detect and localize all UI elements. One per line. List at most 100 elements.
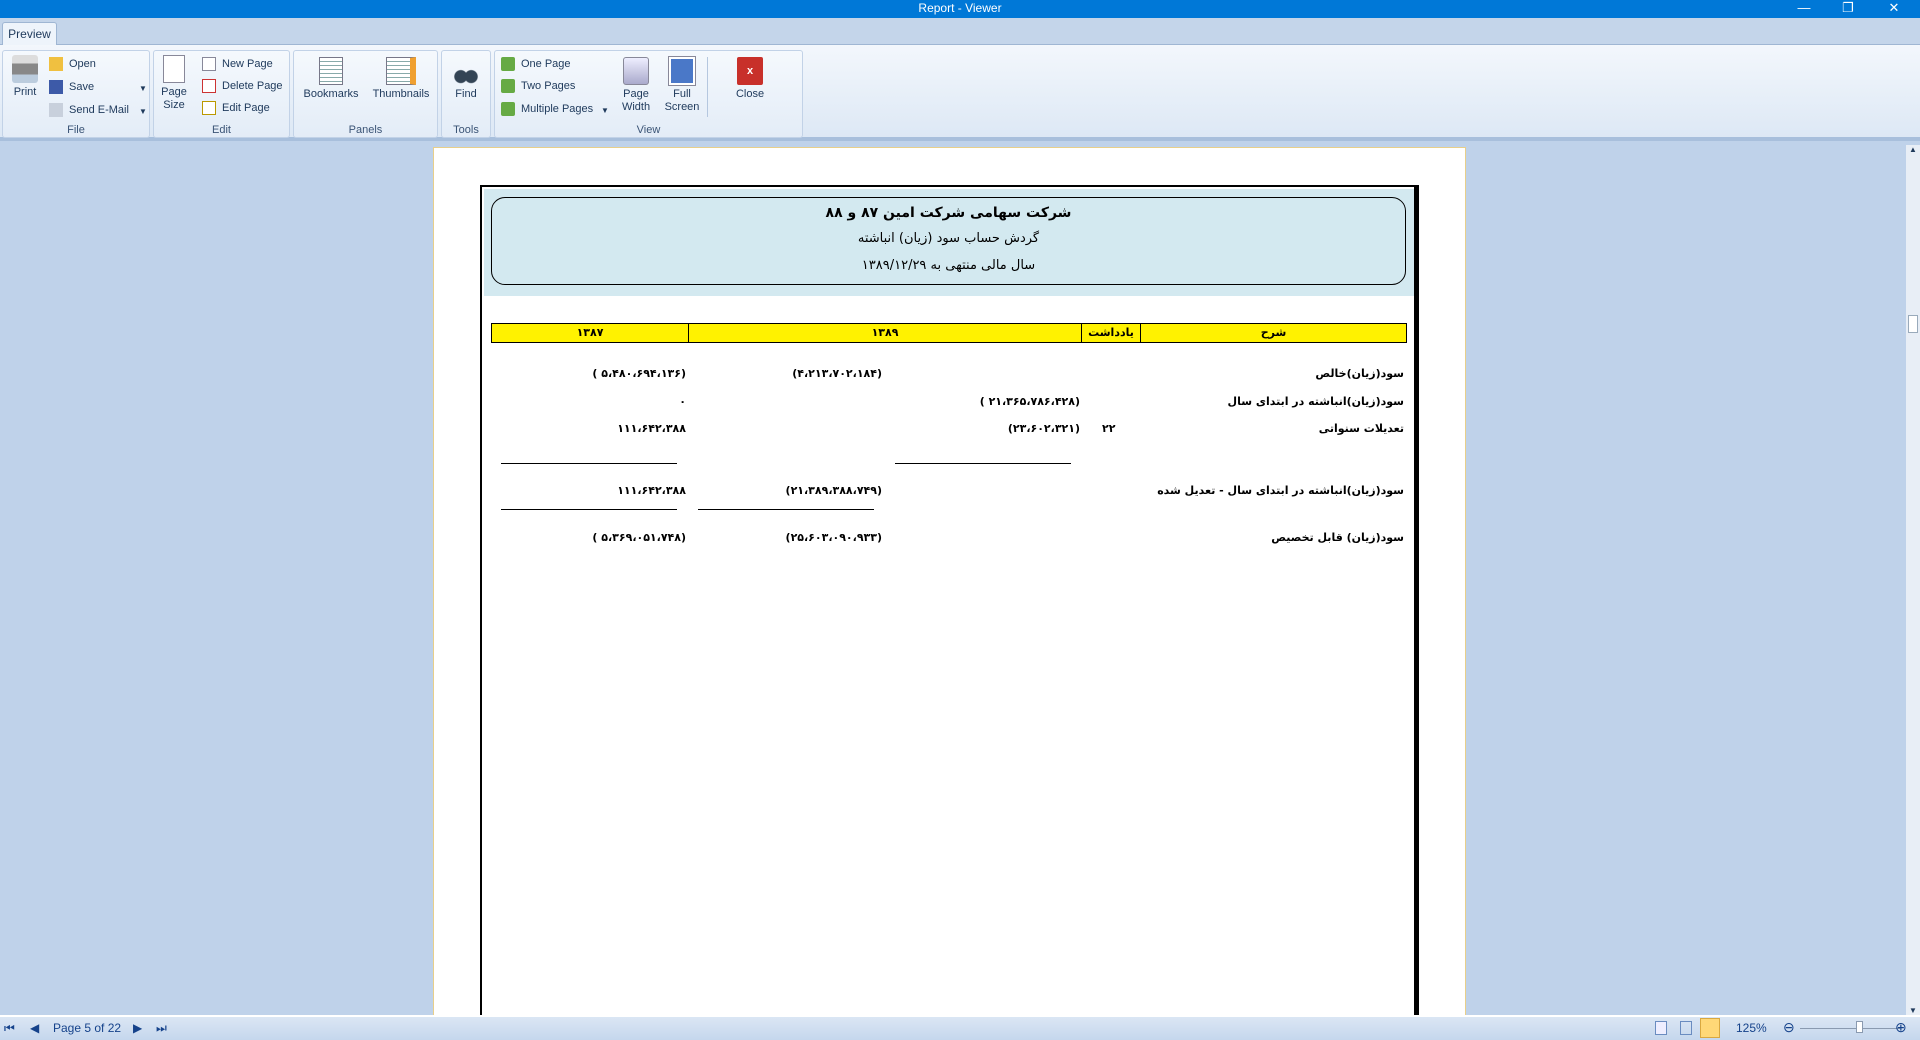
cell-curr: (۴،۲۱۳،۷۰۲،۱۸۴)	[792, 367, 882, 380]
zoom-slider-thumb[interactable]	[1856, 1021, 1863, 1033]
full-screen-label-2: Screen	[664, 101, 700, 113]
full-screen-button[interactable]: Full Screen	[661, 56, 703, 114]
full-screen-icon	[668, 56, 696, 86]
subtotal-rule	[698, 509, 874, 510]
multiple-pages-label: Multiple Pages	[521, 103, 594, 115]
report-body: شرکت سهامی شرکت امین ۸۷ و ۸۸ گردش حساب س…	[480, 185, 1419, 1015]
binoculars-icon	[453, 57, 479, 85]
cell-note: ۲۲	[1102, 422, 1116, 435]
thumbnails-button[interactable]: Thumbnails	[368, 57, 434, 101]
report-page: شرکت سهامی شرکت امین ۸۷ و ۸۸ گردش حساب س…	[433, 147, 1466, 1015]
title-bar: Report - Viewer	[0, 0, 1920, 18]
group-file: Print Open Save ▼ Send E-Mail ▼ File	[2, 50, 150, 138]
multiple-pages-dropdown-icon[interactable]: ▼	[601, 106, 609, 115]
close-icon: x	[737, 57, 763, 85]
cell-description: سود(زیان)انباشته در ابتدای سال - تعدیل ش…	[1157, 484, 1404, 497]
minimize-button[interactable]: —	[1784, 0, 1824, 18]
close-window-button[interactable]: ✕	[1874, 0, 1914, 18]
delete-page-label: Delete Page	[222, 80, 283, 92]
bookmarks-icon	[319, 57, 343, 85]
column-header-1387: ۱۳۸۷	[491, 323, 689, 343]
find-button[interactable]: Find	[446, 57, 486, 101]
save-button[interactable]: Save	[49, 78, 94, 96]
bookmarks-label: Bookmarks	[303, 88, 359, 100]
two-pages-label: Two Pages	[521, 80, 576, 92]
open-label: Open	[69, 58, 96, 70]
zoom-slider[interactable]	[1800, 1028, 1900, 1029]
cell-description: تعدیلات سنواتی	[1318, 422, 1404, 435]
send-email-button[interactable]: Send E-Mail	[49, 101, 129, 119]
two-pages-icon	[501, 79, 515, 94]
cell-description: سود(زیان) قابل تخصیص	[1271, 531, 1404, 544]
one-page-label: One Page	[521, 58, 571, 70]
delete-page-button[interactable]: Delete Page	[202, 77, 283, 95]
column-header-1389: ۱۳۸۹	[688, 323, 1082, 343]
zoom-in-icon[interactable]: ⊕	[1895, 1019, 1907, 1036]
scroll-down-icon[interactable]: ▼	[1909, 1006, 1917, 1015]
continuous-view-icon[interactable]	[1680, 1021, 1692, 1035]
ribbon-tabs: Preview	[0, 18, 1920, 46]
scrollbar-thumb[interactable]	[1908, 315, 1918, 333]
tab-preview[interactable]: Preview	[2, 22, 57, 46]
subtotal-rule	[501, 509, 677, 510]
print-label: Print	[13, 86, 37, 98]
window-title: Report - Viewer	[918, 1, 1002, 15]
scroll-up-icon[interactable]: ▲	[1909, 145, 1917, 154]
report-viewer: شرکت سهامی شرکت امین ۸۷ و ۸۸ گردش حساب س…	[0, 145, 1906, 1015]
edit-page-button[interactable]: Edit Page	[202, 99, 270, 117]
subtotal-rule	[501, 463, 677, 464]
restore-button[interactable]: ❐	[1828, 0, 1868, 18]
first-page-icon[interactable]: ⏮	[4, 1021, 15, 1036]
find-label: Find	[455, 88, 477, 100]
group-label: Edit	[212, 124, 231, 136]
cell-curr-inner: (۲۳،۶۰۲،۳۲۱)	[1007, 422, 1080, 435]
cell-prev: ۱۱۱،۶۴۲،۳۸۸	[617, 422, 686, 435]
multiple-pages-button[interactable]: Multiple Pages	[501, 100, 593, 118]
page-width-icon	[623, 57, 649, 85]
printer-icon	[12, 55, 38, 83]
open-button[interactable]: Open	[49, 55, 96, 73]
group-label: File	[67, 124, 85, 136]
report-period: سال مالی منتهی به ۱۳۸۹/۱۲/۲۹	[861, 258, 1036, 273]
previous-page-icon[interactable]: ◀	[30, 1021, 39, 1035]
save-label: Save	[69, 81, 95, 93]
cell-curr: (۲۵،۶۰۳،۰۹۰،۹۳۳)	[785, 531, 882, 544]
multiple-pages-view-icon[interactable]	[1700, 1018, 1720, 1038]
last-page-icon[interactable]: ⏭	[156, 1021, 167, 1036]
group-label: View	[636, 124, 661, 136]
cell-prev: ۰	[679, 395, 686, 408]
report-header: شرکت سهامی شرکت امین ۸۷ و ۸۸ گردش حساب س…	[484, 189, 1414, 296]
page-size-button[interactable]: Page Size	[158, 55, 190, 112]
vertical-scrollbar[interactable]: ▲ ▼	[1906, 145, 1920, 1015]
status-bar: ⏮ ◀ Page 5 of 22 ▶ ⏭ 125% ⊖ ⊕	[0, 1015, 1920, 1040]
two-pages-button[interactable]: Two Pages	[501, 77, 575, 95]
page-width-button[interactable]: Page Width	[616, 57, 656, 114]
page-size-label: Page	[161, 86, 187, 98]
close-preview-button[interactable]: x Close	[725, 57, 775, 101]
full-screen-label: Full	[673, 88, 691, 100]
new-page-icon	[202, 57, 216, 72]
report-subtitle: گردش حساب سود (زیان) انباشته	[857, 231, 1040, 246]
next-page-icon[interactable]: ▶	[133, 1021, 142, 1035]
group-label: Tools	[453, 124, 479, 136]
new-page-button[interactable]: New Page	[202, 55, 273, 73]
single-page-view-icon[interactable]	[1655, 1021, 1667, 1035]
column-header-note: یادداشت	[1081, 323, 1141, 343]
cell-prev: ۱۱۱،۶۴۲،۳۸۸	[617, 484, 686, 497]
one-page-button[interactable]: One Page	[501, 55, 571, 73]
print-button[interactable]: Print	[7, 55, 43, 99]
group-label: Panels	[348, 124, 383, 136]
group-panels: Bookmarks Thumbnails Panels	[293, 50, 438, 138]
page-width-label-2: Width	[621, 101, 651, 113]
page-indicator: Page 5 of 22	[53, 1021, 122, 1035]
bookmarks-button[interactable]: Bookmarks	[298, 57, 364, 101]
divider	[707, 57, 708, 117]
group-edit: Page Size New Page Delete Page Edit Page …	[153, 50, 290, 138]
page-size-label-2: Size	[163, 99, 185, 111]
zoom-out-icon[interactable]: ⊖	[1783, 1019, 1795, 1036]
cell-description: سود(زیان)خالص	[1315, 367, 1404, 380]
new-page-label: New Page	[222, 58, 273, 70]
group-tools: Find Tools	[441, 50, 491, 138]
save-dropdown-icon[interactable]: ▼	[139, 84, 147, 93]
send-email-dropdown-icon[interactable]: ▼	[139, 107, 147, 116]
